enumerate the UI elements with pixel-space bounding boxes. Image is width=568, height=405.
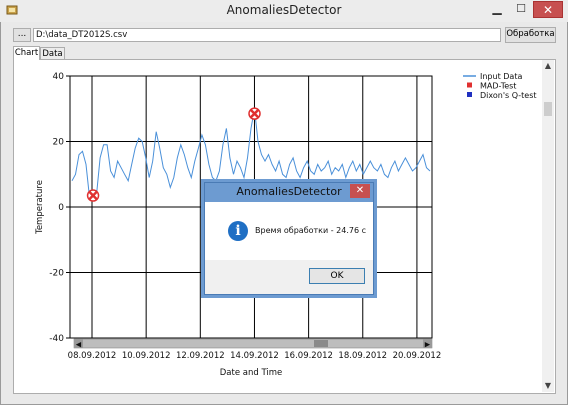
legend-label: Dixon's Q-test: [480, 91, 537, 100]
scroll-right-icon[interactable]: ▶: [425, 341, 431, 349]
legend-swatch: [467, 82, 472, 88]
scroll-thumb[interactable]: [544, 102, 552, 116]
anomaly-marker: [248, 107, 261, 120]
x-tick-label: 12.09.2012: [176, 351, 225, 361]
info-icon: i: [228, 221, 248, 241]
x-tick-label: 20.09.2012: [393, 351, 442, 361]
chart-scroll-thumb[interactable]: [314, 340, 328, 347]
ok-button[interactable]: OK: [309, 268, 365, 284]
dialog-message: Время обработки - 24.76 с: [255, 226, 367, 235]
dialog-close-button[interactable]: ✕: [350, 184, 370, 198]
y-axis-title: Temperature: [35, 180, 45, 235]
scroll-up-icon[interactable]: ▲: [542, 60, 554, 72]
x-tick-label: 18.09.2012: [338, 351, 387, 361]
x-tick-label: 16.09.2012: [284, 351, 333, 361]
x-tick-label: 10.09.2012: [122, 351, 171, 361]
message-dialog: AnomaliesDetector ✕ i Время обработки - …: [204, 182, 374, 295]
vertical-scrollbar[interactable]: ▲ ▼: [542, 60, 554, 392]
x-tick-label: 08.09.2012: [68, 351, 117, 361]
x-axis-title: Date and Time: [220, 368, 283, 378]
legend-label: Input Data: [480, 72, 522, 81]
scroll-down-icon[interactable]: ▼: [542, 380, 554, 392]
legend-swatch: [467, 92, 472, 97]
chart-hscrollbar[interactable]: [73, 338, 433, 349]
dialog-body: i Время обработки - 24.76 с: [205, 202, 373, 260]
tab-chart[interactable]: Chart: [13, 46, 40, 60]
scroll-left-icon[interactable]: ◀: [76, 341, 82, 349]
y-tick-label: 40: [53, 72, 65, 82]
y-tick-label: -40: [49, 334, 64, 344]
legend-label: MAD-Test: [480, 82, 516, 91]
y-tick-label: 0: [58, 203, 64, 213]
y-tick-label: -20: [49, 269, 64, 279]
anomaly-marker: [86, 189, 100, 202]
x-tick-label: 14.09.2012: [230, 351, 279, 361]
dialog-title: AnomaliesDetector: [205, 183, 373, 202]
y-tick-label: 20: [53, 138, 65, 148]
